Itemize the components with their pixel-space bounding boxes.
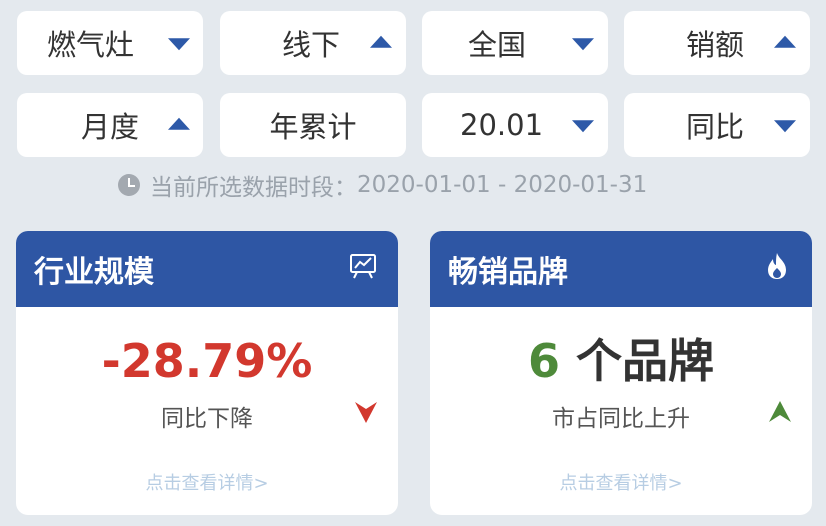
- best-brands-unit: 个品牌: [576, 334, 715, 388]
- best-brands-card[interactable]: 畅销品牌 6 个品牌 市占同比上升 点击查看详情>: [430, 231, 812, 515]
- filter-period[interactable]: 20.01: [422, 93, 608, 157]
- best-brands-caption: 市占同比上升: [552, 406, 690, 432]
- filter-period-label: 20.01: [460, 108, 544, 142]
- industry-growth-value: -28.79%: [101, 334, 313, 388]
- industry-scale-card[interactable]: 行业规模 -28.79% 同比下降 点击查看详情>: [16, 231, 398, 515]
- arrow-down-icon: [355, 402, 377, 423]
- best-brands-title: 畅销品牌: [448, 255, 568, 290]
- filter-compare-label: 同比: [686, 110, 745, 144]
- arrow-up-icon: [769, 401, 791, 422]
- chevron-down-icon: [572, 120, 594, 133]
- industry-scale-header: 行业规模: [16, 231, 398, 307]
- filter-metric[interactable]: 销额: [624, 11, 810, 75]
- industry-growth-caption: 同比下降: [161, 406, 253, 432]
- best-brands-count: 6: [527, 334, 560, 388]
- trend-chart-icon: [350, 254, 376, 279]
- best-brands-detail-link[interactable]: 点击查看详情>: [430, 469, 812, 495]
- filter-metric-label: 销额: [686, 28, 745, 62]
- filter-channel[interactable]: 线下: [220, 11, 406, 75]
- filter-granularity-label: 月度: [81, 110, 140, 144]
- best-brands-header: 畅销品牌: [430, 231, 812, 307]
- chevron-down-icon: [774, 120, 796, 133]
- chevron-up-icon: [168, 117, 190, 130]
- filter-category[interactable]: 燃气灶: [17, 11, 203, 75]
- chevron-up-icon: [774, 35, 796, 48]
- period-info: 当前所选数据时段： 2020-01-01 - 2020-01-31: [118, 170, 648, 201]
- filter-compare[interactable]: 同比: [624, 93, 810, 157]
- period-range: 2020-01-01 - 2020-01-31: [357, 172, 648, 198]
- filter-category-label: 燃气灶: [47, 28, 135, 62]
- filter-region[interactable]: 全国: [422, 11, 608, 75]
- filter-channel-label: 线下: [282, 28, 341, 62]
- chevron-down-icon: [168, 38, 190, 51]
- industry-detail-link[interactable]: 点击查看详情>: [16, 469, 398, 495]
- flame-icon: [768, 253, 786, 279]
- chevron-down-icon: [572, 38, 594, 51]
- period-prefix: 当前所选数据时段：: [150, 175, 357, 201]
- chevron-up-icon: [370, 35, 392, 48]
- filter-region-label: 全国: [468, 28, 527, 62]
- filter-ytd[interactable]: 年累计: [220, 93, 406, 157]
- industry-scale-title: 行业规模: [34, 255, 154, 290]
- filter-ytd-label: 年累计: [269, 110, 357, 144]
- clock-icon: [118, 174, 140, 196]
- best-brands-value: 6 个品牌: [430, 331, 812, 391]
- filter-granularity[interactable]: 月度: [17, 93, 203, 157]
